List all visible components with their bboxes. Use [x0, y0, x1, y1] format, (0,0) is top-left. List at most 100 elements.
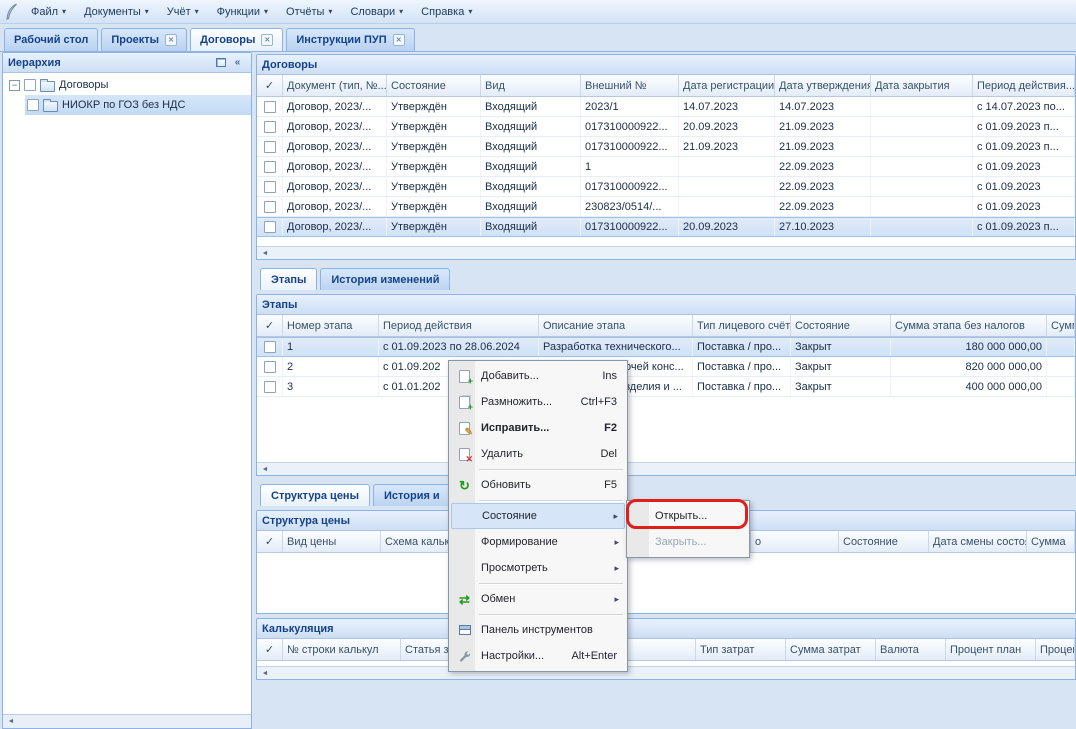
- menu-item-toolbar[interactable]: Панель инструментов: [451, 617, 625, 643]
- column-header[interactable]: Период действия...: [973, 75, 1075, 96]
- column-header[interactable]: Вид цены: [283, 531, 381, 552]
- column-header[interactable]: о: [751, 531, 839, 552]
- column-header[interactable]: Состояние: [839, 531, 929, 552]
- row-checkbox[interactable]: [264, 181, 276, 193]
- hierarchy-hscrollbar[interactable]: ◄: [3, 714, 251, 728]
- tree-node-niokr[interactable]: НИОКР по ГОЗ без НДС: [25, 95, 251, 115]
- scroll-left-icon[interactable]: ◄: [258, 247, 272, 259]
- row-checkbox[interactable]: [264, 101, 276, 113]
- scroll-left-icon[interactable]: ◄: [258, 463, 272, 475]
- contract-row[interactable]: Договор, 2023/... Утверждён Входящий 017…: [257, 137, 1075, 157]
- submenu-item-close[interactable]: Закрыть...: [629, 529, 747, 555]
- contract-row[interactable]: Договор, 2023/... Утверждён Входящий 202…: [257, 97, 1075, 117]
- scroll-left-icon[interactable]: ◄: [4, 716, 18, 728]
- column-header[interactable]: Состояние: [791, 315, 891, 336]
- column-header[interactable]: Дата закрытия: [871, 75, 973, 96]
- column-header[interactable]: Дата регистрации.: [679, 75, 775, 96]
- collapse-panel-icon[interactable]: «: [229, 55, 246, 70]
- column-header[interactable]: Внешний №: [581, 75, 679, 96]
- close-icon[interactable]: ✕: [165, 34, 177, 46]
- select-all-header[interactable]: ✓: [257, 75, 283, 96]
- menu-item-view[interactable]: Просмотреть ▸: [451, 555, 625, 581]
- locate-icon[interactable]: [212, 55, 229, 70]
- stages-hscrollbar[interactable]: ◄: [257, 462, 1075, 475]
- submenu-item-open[interactable]: Открыть...: [629, 503, 747, 529]
- row-checkbox[interactable]: [264, 121, 276, 133]
- menu-item-settings[interactable]: Настройки... Alt+Enter: [451, 643, 625, 669]
- column-header[interactable]: Тип затрат: [696, 639, 786, 660]
- column-header[interactable]: Валюта: [876, 639, 946, 660]
- menu-reports[interactable]: Отчёты▾: [278, 4, 340, 20]
- column-header[interactable]: Номер этапа: [283, 315, 379, 336]
- column-header[interactable]: № строки калькул: [283, 639, 401, 660]
- cell: [679, 197, 775, 216]
- tab-contracts[interactable]: Договоры✕: [190, 28, 283, 51]
- calculation-hscrollbar[interactable]: ◄: [257, 666, 1075, 679]
- menu-item-add[interactable]: Добавить... Ins: [451, 363, 625, 389]
- stage-row-selected[interactable]: 1 с 01.09.2023 по 28.06.2024 Разработка …: [257, 337, 1075, 357]
- column-header[interactable]: Документ (тип, №...: [283, 75, 387, 96]
- tab-price-structure[interactable]: Структура цены: [260, 484, 370, 506]
- tab-projects[interactable]: Проекты✕: [101, 28, 187, 51]
- select-all-header[interactable]: ✓: [257, 639, 283, 660]
- contract-row[interactable]: Договор, 2023/... Утверждён Входящий 017…: [257, 177, 1075, 197]
- column-header[interactable]: Описание этапа: [539, 315, 693, 336]
- row-checkbox[interactable]: [264, 361, 276, 373]
- cell: [679, 177, 775, 196]
- stage-row[interactable]: 3 с 01.01.202 зделия и ... Поставка / пр…: [257, 377, 1075, 397]
- row-checkbox[interactable]: [264, 381, 276, 393]
- contract-row[interactable]: Договор, 2023/... Утверждён Входящий 017…: [257, 117, 1075, 137]
- column-header[interactable]: Дата смены состоя: [929, 531, 1027, 552]
- cell: Договор, 2023/...: [283, 97, 387, 116]
- column-header[interactable]: Сумма этапа без налогов: [891, 315, 1047, 336]
- menu-item-state[interactable]: Состояние ▸: [451, 503, 625, 529]
- tree-node-contracts[interactable]: − Договоры: [3, 75, 251, 95]
- cell: Договор, 2023/...: [283, 117, 387, 136]
- menu-item-exchange[interactable]: ⇄ Обмен ▸: [451, 586, 625, 612]
- close-icon[interactable]: ✕: [393, 34, 405, 46]
- row-checkbox[interactable]: [264, 161, 276, 173]
- menu-file[interactable]: Файл▾: [23, 4, 74, 20]
- contract-row[interactable]: Договор, 2023/... Утверждён Входящий 1 2…: [257, 157, 1075, 177]
- menu-item-duplicate[interactable]: Размножить... Ctrl+F3: [451, 389, 625, 415]
- column-header[interactable]: Сумма затрат: [786, 639, 876, 660]
- menu-item-edit[interactable]: Исправить... F2: [451, 415, 625, 441]
- collapse-node-icon[interactable]: −: [9, 80, 20, 91]
- row-checkbox[interactable]: [264, 221, 276, 233]
- column-header[interactable]: Дата утверждения: [775, 75, 871, 96]
- scroll-left-icon[interactable]: ◄: [258, 667, 272, 679]
- column-header[interactable]: Процент план: [946, 639, 1036, 660]
- menu-accounting[interactable]: Учёт▾: [159, 4, 207, 20]
- close-icon[interactable]: ✕: [261, 34, 273, 46]
- column-header[interactable]: Состояние: [387, 75, 481, 96]
- tab-stages[interactable]: Этапы: [260, 268, 317, 290]
- contracts-hscrollbar[interactable]: ◄: [257, 246, 1075, 259]
- select-all-header[interactable]: ✓: [257, 531, 283, 552]
- row-checkbox[interactable]: [264, 341, 276, 353]
- row-checkbox[interactable]: [264, 201, 276, 213]
- stage-row[interactable]: 2 с 01.09.202 очей конс... Поставка / пр…: [257, 357, 1075, 377]
- column-header[interactable]: Процент ф: [1036, 639, 1075, 660]
- tab-change-history[interactable]: История изменений: [320, 268, 450, 290]
- select-all-header[interactable]: ✓: [257, 315, 283, 336]
- menu-item-delete[interactable]: Удалить Del: [451, 441, 625, 467]
- column-header[interactable]: Сумма: [1027, 531, 1075, 552]
- menu-dictionaries[interactable]: Словари▾: [342, 4, 411, 20]
- chevron-down-icon: ▾: [264, 7, 268, 16]
- column-header[interactable]: Сумма: [1047, 315, 1075, 336]
- menu-help[interactable]: Справка▾: [413, 4, 480, 20]
- menu-item-formation[interactable]: Формирование ▸: [451, 529, 625, 555]
- row-checkbox[interactable]: [264, 141, 276, 153]
- menu-item-refresh[interactable]: ↻ Обновить F5: [451, 472, 625, 498]
- menu-documents[interactable]: Документы▾: [76, 4, 157, 20]
- column-header[interactable]: Тип лицевого счёт: [693, 315, 791, 336]
- menu-functions[interactable]: Функции▾: [209, 4, 276, 20]
- node-checkbox[interactable]: [27, 99, 39, 111]
- tab-desktop[interactable]: Рабочий стол: [4, 28, 98, 51]
- column-header[interactable]: Период действия: [379, 315, 539, 336]
- tab-instructions[interactable]: Инструкции ПУП✕: [286, 28, 414, 51]
- column-header[interactable]: Вид: [481, 75, 581, 96]
- contract-row[interactable]: Договор, 2023/... Утверждён Входящий 230…: [257, 197, 1075, 217]
- contract-row-selected[interactable]: Договор, 2023/... Утверждён Входящий 017…: [257, 217, 1075, 237]
- node-checkbox[interactable]: [24, 79, 36, 91]
